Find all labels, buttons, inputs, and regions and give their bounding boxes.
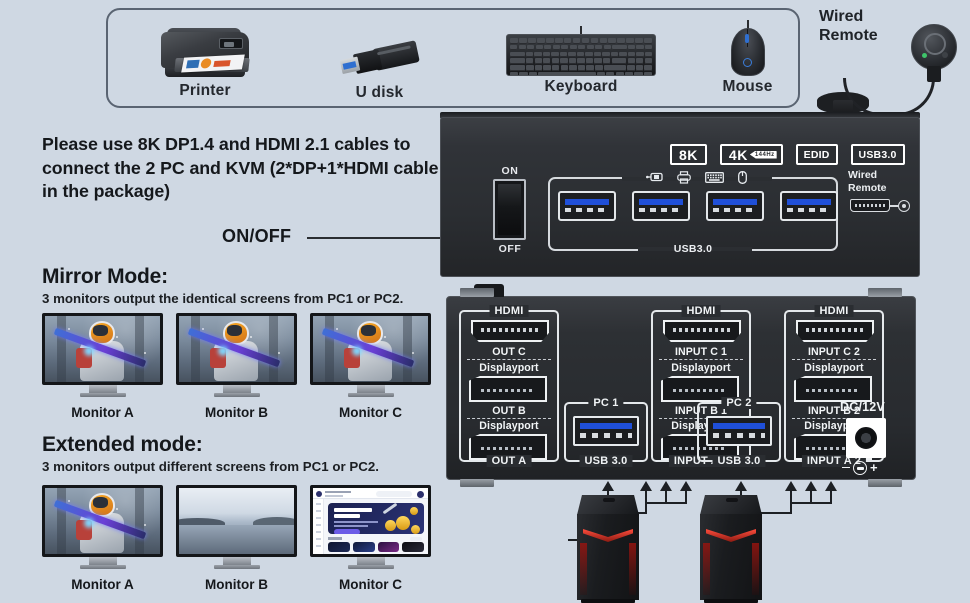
cable-arrow-pc2-a xyxy=(785,481,797,491)
pc-tower-2 xyxy=(700,495,762,603)
cable-diagram xyxy=(0,0,970,603)
cable-arrow-pc1-b xyxy=(660,481,672,491)
cable-arrow-pc1-a xyxy=(640,481,652,491)
cable-arrow-pc2-c xyxy=(825,481,837,491)
wire-pc2-h1 xyxy=(790,502,832,504)
cable-arrow-pc1-c xyxy=(680,481,692,491)
cable-arrow-pc1-usb xyxy=(602,481,614,491)
cable-arrow-pc2-b xyxy=(805,481,817,491)
wire-pc1-h1 xyxy=(645,502,687,504)
pc-tower-1 xyxy=(577,495,639,603)
cable-arrow-pc2-usb xyxy=(735,481,747,491)
